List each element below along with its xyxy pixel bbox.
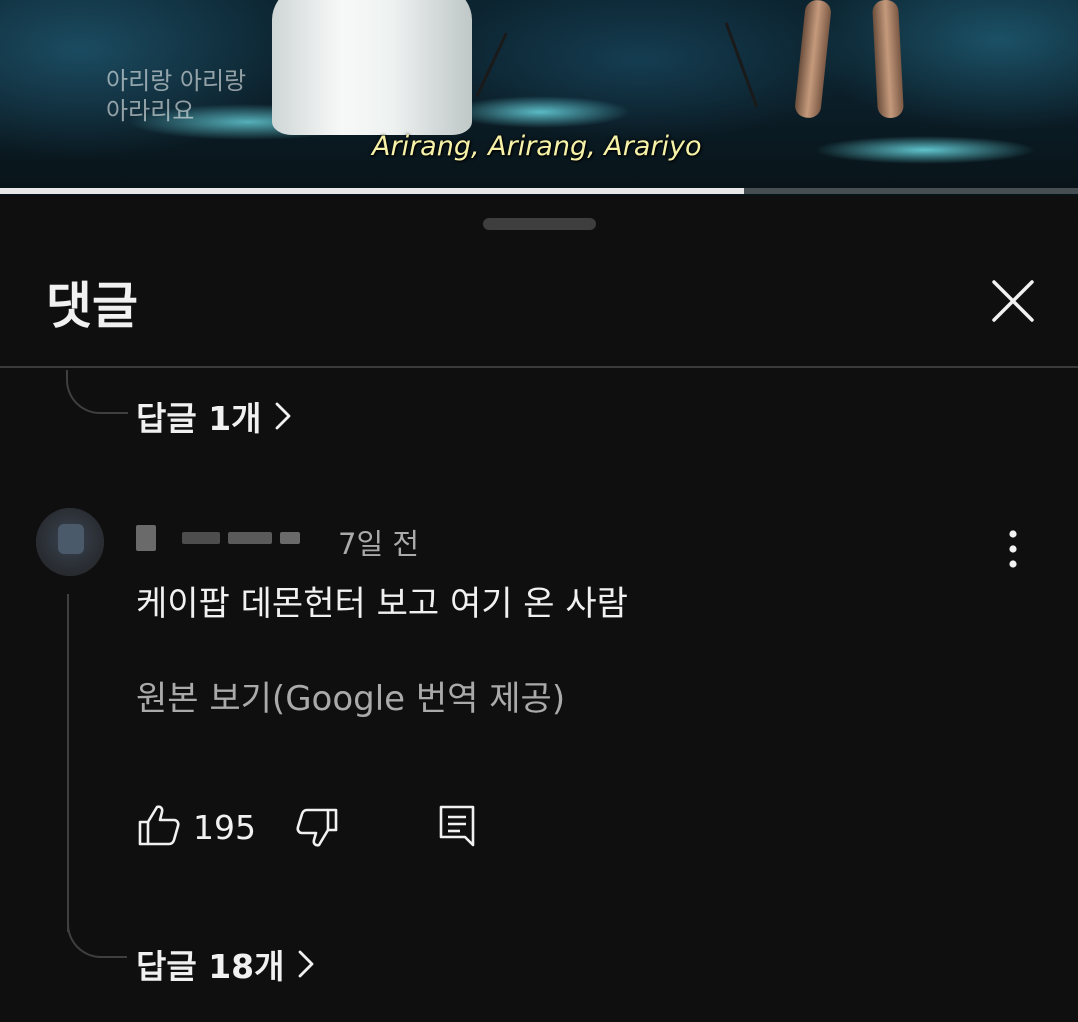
thumbs-down-icon: [296, 808, 338, 847]
close-button[interactable]: [986, 274, 1040, 328]
thread-connector: [66, 370, 128, 414]
close-icon: [992, 280, 1034, 322]
drag-handle[interactable]: [483, 218, 596, 230]
view-replies-label: 답글 18개: [136, 947, 285, 986]
author-redacted: [136, 525, 156, 551]
sheet-title: 댓글: [46, 277, 138, 335]
video-frame-figure: [793, 0, 833, 120]
like-button[interactable]: [136, 802, 182, 848]
comment-author[interactable]: [136, 518, 308, 558]
author-redacted: [182, 532, 220, 544]
author-redacted: [280, 532, 300, 544]
avatar[interactable]: [36, 508, 104, 576]
view-replies-button[interactable]: 답글 18개: [136, 940, 315, 988]
view-replies-label: 답글 1개: [136, 399, 262, 438]
video-frame-performer: [272, 0, 472, 135]
author-redacted: [228, 532, 272, 544]
reply-icon: [439, 805, 475, 847]
view-replies-button[interactable]: 답글 1개: [136, 392, 292, 440]
comment-text: 케이팝 데몬헌터 보고 여기 온 사람: [136, 584, 628, 624]
video-frame-stand: [724, 22, 759, 108]
video-progress-fill: [0, 188, 744, 194]
comment-timestamp: 7일 전: [338, 527, 420, 561]
avatar-image: [58, 524, 84, 554]
like-count: 195: [193, 808, 256, 847]
reply-button[interactable]: [438, 804, 478, 850]
chevron-right-icon: [275, 402, 290, 430]
video-frame-figure: [871, 0, 905, 119]
thumbs-up-icon: [138, 805, 180, 846]
video-subtitle-english: Arirang, Arirang, Arariyo: [372, 131, 702, 162]
video-frame-stand: [475, 32, 508, 98]
view-original-button[interactable]: 원본 보기(Google 번역 제공): [136, 671, 565, 720]
dislike-button[interactable]: [294, 806, 340, 852]
comments-sheet: 댓글 답글 1개 7일 전 케이팝 데몬헌터 보고 여기 온 사람 원본 보기(…: [0, 196, 1078, 1022]
video-player[interactable]: 아리랑 아리랑 아라리요 Arirang, Arirang, Arariyo: [0, 0, 1078, 196]
thread-line: [67, 594, 69, 932]
video-progress-bar[interactable]: [0, 188, 1078, 194]
header-divider: [0, 366, 1078, 368]
more-options-button[interactable]: [996, 528, 1030, 570]
more-vert-icon: [1009, 530, 1017, 568]
chevron-right-icon: [298, 950, 313, 978]
thread-connector: [67, 896, 127, 958]
video-subtitle-korean: 아리랑 아리랑 아라리요: [106, 67, 247, 125]
